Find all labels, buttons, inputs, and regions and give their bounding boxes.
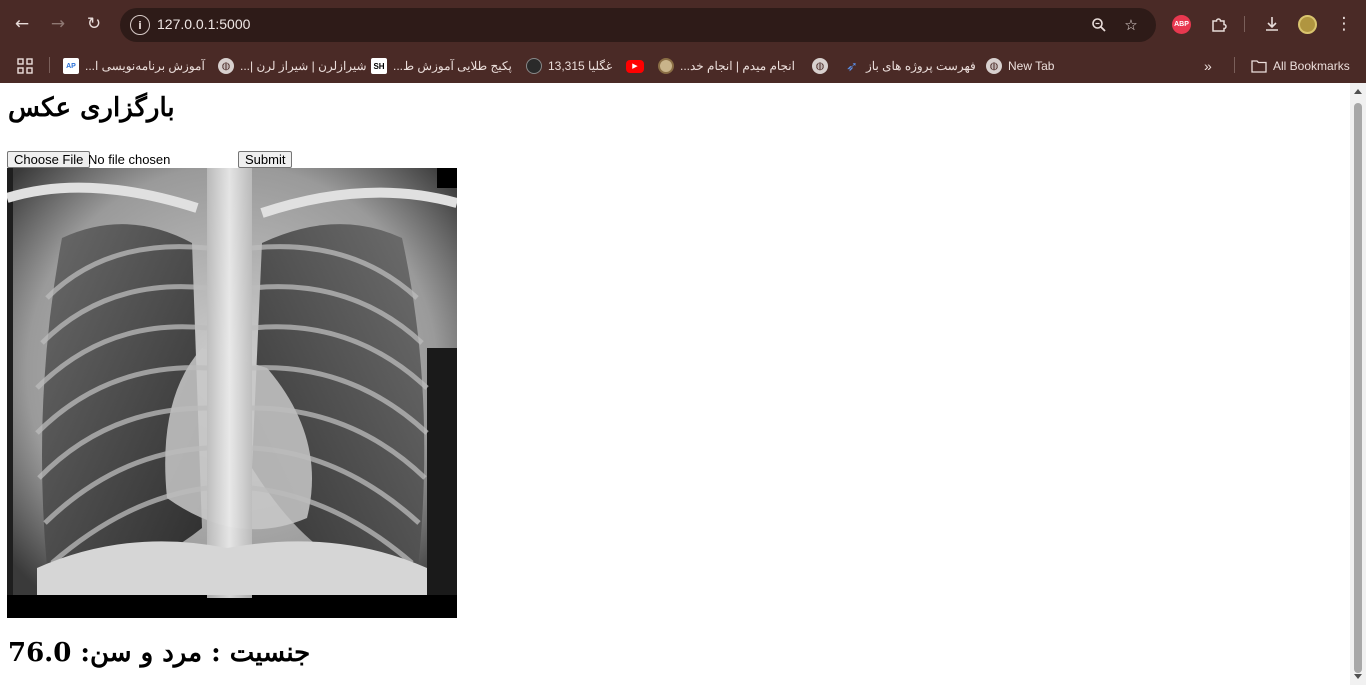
dark-circle-icon [526,58,542,74]
globe-icon: ◍ [986,58,1002,74]
globe-icon: ◍ [812,58,828,74]
submit-button[interactable]: Submit [238,151,293,168]
download-icon[interactable] [1258,10,1286,38]
browser-toolbar: ← → ↻ i 127.0.0.1:5000 ☆ ABP ⋮ [0,0,1366,48]
coin-icon [658,58,674,74]
bookmarks-divider [49,57,50,73]
prediction-result: جنسیت : مرد و سن: 76.0 [8,638,311,668]
arrow-logo-icon: ➶ [846,57,858,74]
bookmark-item[interactable]: ◍ New Tab [986,56,1054,76]
bookmark-item[interactable]: ▶ [626,56,644,76]
more-bookmarks-chevron-icon[interactable]: » [1204,56,1212,76]
bookmark-label: غگلیا 13,315 [548,59,613,73]
globe-icon: ◍ [218,58,234,74]
sh-logo-icon: SH [371,58,387,74]
url-text[interactable]: 127.0.0.1:5000 [157,16,250,32]
extensions-puzzle-icon[interactable] [1205,10,1233,38]
bookmark-label: آموزش برنامه‌نویسی ا... [85,59,205,73]
bookmark-item[interactable]: غگلیا 13,315 [526,56,612,76]
page-content: بارگزاری عکس Choose File No file chosen … [0,83,1350,685]
page-title: بارگزاری عکس [8,93,175,123]
bookmark-label: فهرست پروژه های باز [866,59,976,73]
bookmark-item[interactable]: ➶ فهرست پروژه های باز [844,56,976,76]
page-scrollbar[interactable] [1350,83,1366,685]
toolbar-divider [1244,16,1245,32]
back-arrow-icon[interactable]: ← [8,10,36,38]
bookmark-label: شیرازلرن | شیراز لرن |... [240,59,367,73]
file-status-text: No file chosen [88,152,171,167]
blue-logo-icon: AP [63,58,79,74]
bookmark-item[interactable]: انجام میدم | انجام خد... [658,56,795,76]
adblock-extension-icon[interactable]: ABP [1172,15,1191,34]
all-bookmarks-folder[interactable]: All Bookmarks [1251,56,1350,76]
address-bar[interactable]: i 127.0.0.1:5000 ☆ [120,8,1156,42]
zoom-icon[interactable] [1088,14,1110,36]
bookmarks-divider [1234,57,1235,73]
scroll-down-arrow-icon[interactable] [1354,674,1362,679]
bookmark-item[interactable]: SH پکیج طلایی آموزش ط... [371,56,512,76]
scroll-thumb[interactable] [1354,103,1362,673]
apps-grid-icon[interactable] [16,56,34,76]
bookmarks-bar: AP آموزش برنامه‌نویسی ا... ◍ شیرازلرن | … [0,48,1366,83]
bookmark-item[interactable]: ◍ شیرازلرن | شیراز لرن |... [218,56,367,76]
bookmark-item[interactable]: AP آموزش برنامه‌نویسی ا... [63,56,205,76]
choose-file-button[interactable]: Choose File [7,151,91,168]
forward-arrow-icon[interactable]: → [44,10,72,38]
profile-avatar-icon[interactable] [1298,15,1317,34]
menu-kebab-icon[interactable]: ⋮ [1330,10,1358,38]
bookmark-label: New Tab [1008,59,1055,73]
bookmark-item[interactable]: ◍ [812,56,828,76]
bookmark-label: انجام میدم | انجام خد... [680,59,795,73]
bookmark-label: پکیج طلایی آموزش ط... [393,59,512,73]
reload-icon[interactable]: ↻ [80,10,108,38]
folder-icon [1251,60,1267,73]
all-bookmarks-label: All Bookmarks [1273,59,1350,73]
site-info-icon[interactable]: i [130,15,150,35]
scroll-up-arrow-icon[interactable] [1354,89,1362,94]
youtube-icon: ▶ [626,59,644,73]
chest-xray-image [7,168,457,618]
bookmark-star-icon[interactable]: ☆ [1120,14,1142,36]
